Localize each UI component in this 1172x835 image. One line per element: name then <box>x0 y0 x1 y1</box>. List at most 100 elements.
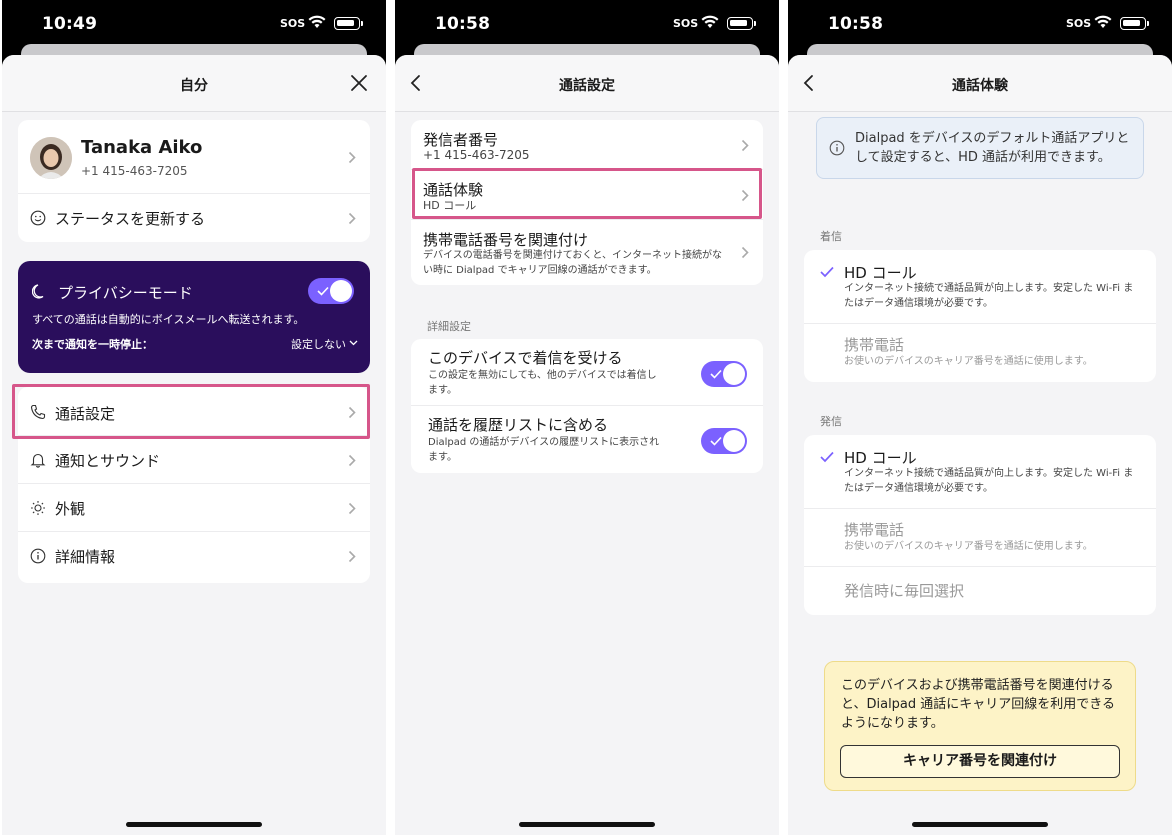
phone-screen-call-experience: 10:58 SOS 通話体験 Dialpad をデバイスのデフォルト通話アプリと… <box>788 0 1172 835</box>
check-icon <box>820 266 834 278</box>
advanced-section-label: 詳細設定 <box>427 320 471 333</box>
page-title: 通話体験 <box>952 78 1008 94</box>
profile-sheet: 自分 Tanaka Aiko +1 415-463-7205 ステータスを更新す… <box>2 55 386 835</box>
status-bar: 10:58 SOS <box>395 0 779 48</box>
caller-id-value: +1 415-463-7205 <box>423 148 530 162</box>
chevron-down-icon <box>349 340 358 346</box>
chevron-right-icon <box>741 246 749 259</box>
include-history-toggle[interactable] <box>701 428 747 454</box>
receive-calls-toggle[interactable] <box>701 361 747 387</box>
chevron-right-icon <box>348 212 356 225</box>
phone-screen-call-settings: 10:58 SOS 通話設定 発信者番号 +1 415-463-7205 通話体… <box>395 0 779 835</box>
wifi-icon <box>701 15 719 28</box>
incoming-section-label: 着信 <box>820 230 842 243</box>
outgoing-option-ask[interactable]: 発信時に毎回選択 <box>804 567 1156 615</box>
option-description: お使いのデバイスのキャリア番号を通話に使用します。 <box>844 356 1093 367</box>
carrier-link-notice: このデバイスおよび携帯電話番号を関連付けると、Dialpad 通話にキャリア回線… <box>824 661 1136 791</box>
link-mobile-number-row[interactable]: 携帯電話番号を関連付け デバイスの電話番号を関連付けておくと、インターネット接続… <box>411 220 763 285</box>
option-description: インターネット接続で通話品質が向上します。安定した Wi-Fi またはデータ通信… <box>844 468 1134 494</box>
menu-item-notifications[interactable]: 通知とサウンド <box>18 436 370 484</box>
sos-indicator: SOS <box>673 17 699 30</box>
sun-icon <box>31 501 45 515</box>
status-time: 10:49 <box>42 14 98 34</box>
toggle-knob <box>723 430 745 452</box>
receive-calls-title: このデバイスで着信を受ける <box>428 349 623 367</box>
update-status-row[interactable]: ステータスを更新する <box>18 194 370 242</box>
link-carrier-button[interactable]: キャリア番号を関連付け <box>840 745 1120 778</box>
option-title: HD コール <box>844 449 917 467</box>
call-settings-sheet: 通話設定 発信者番号 +1 415-463-7205 通話体験 HD コール 携… <box>395 55 779 835</box>
incoming-option-mobile[interactable]: 携帯電話 お使いのデバイスのキャリア番号を通話に使用します。 <box>804 324 1156 382</box>
bell-icon <box>30 453 46 468</box>
home-indicator <box>519 822 655 827</box>
menu-item-label: 外観 <box>55 500 86 518</box>
hd-info-text: Dialpad をデバイスのデフォルト通話アプリとして設定すると、HD 通話が利… <box>855 131 1130 165</box>
chevron-right-icon <box>348 454 356 467</box>
check-icon <box>820 451 834 463</box>
toggle-knob <box>723 363 745 385</box>
wifi-icon <box>1094 15 1112 28</box>
avatar <box>30 137 72 179</box>
link-mobile-description: デバイスの電話番号を関連付けておくと、インターネット接続がない時に Dialpa… <box>423 250 722 276</box>
menu-item-label: 通知とサウンド <box>55 452 161 470</box>
chevron-right-icon <box>741 139 749 152</box>
home-indicator <box>126 822 262 827</box>
chevron-right-icon <box>348 550 356 563</box>
option-title: 発信時に毎回選択 <box>844 582 965 600</box>
wifi-icon <box>308 15 326 28</box>
option-description: お使いのデバイスのキャリア番号を通話に使用します。 <box>844 541 1093 552</box>
info-icon <box>829 140 845 156</box>
link-mobile-title: 携帯電話番号を関連付け <box>423 231 589 249</box>
option-title: HD コール <box>844 264 917 282</box>
include-history-title: 通話を履歴リストに含める <box>428 416 609 434</box>
pause-dropdown[interactable]: 設定しない <box>291 336 346 352</box>
outgoing-option-hd[interactable]: HD コール インターネット接続で通話品質が向上します。安定した Wi-Fi ま… <box>804 435 1156 509</box>
info-icon <box>30 548 46 564</box>
user-name: Tanaka Aiko <box>81 137 203 158</box>
outgoing-option-mobile[interactable]: 携帯電話 お使いのデバイスのキャリア番号を通話に使用します。 <box>804 509 1156 567</box>
privacy-mode-title: プライバシーモード <box>58 284 193 302</box>
check-icon <box>710 436 722 446</box>
status-time: 10:58 <box>828 14 884 34</box>
caller-id-title: 発信者番号 <box>423 131 499 149</box>
battery-icon <box>727 17 756 30</box>
highlight-call-experience <box>412 168 762 219</box>
profile-row[interactable]: Tanaka Aiko +1 415-463-7205 <box>18 120 370 194</box>
privacy-mode-description: すべての通話は自動的にボイスメールへ転送されます。 <box>32 313 305 326</box>
menu-item-appearance[interactable]: 外観 <box>18 484 370 532</box>
carrier-link-text: このデバイスおよび携帯電話番号を関連付けると、Dialpad 通話にキャリア回線… <box>841 678 1116 731</box>
status-bar: 10:58 SOS <box>788 0 1172 48</box>
sos-indicator: SOS <box>1066 17 1092 30</box>
hd-info-banner: Dialpad をデバイスのデフォルト通話アプリとして設定すると、HD 通話が利… <box>816 117 1144 179</box>
outgoing-options-card: HD コール インターネット接続で通話品質が向上します。安定した Wi-Fi ま… <box>804 435 1156 615</box>
caller-id-row[interactable]: 発信者番号 +1 415-463-7205 <box>411 120 763 170</box>
sos-indicator: SOS <box>280 17 306 30</box>
page-title: 通話設定 <box>559 78 615 94</box>
update-status-label: ステータスを更新する <box>55 210 206 228</box>
status-bar: 10:49 SOS <box>2 0 386 48</box>
sheet-header: 通話設定 <box>395 55 779 112</box>
option-title: 携帯電話 <box>844 336 905 354</box>
menu-item-about[interactable]: 詳細情報 <box>18 532 370 583</box>
advanced-settings-card: このデバイスで着信を受ける この設定を無効にしても、他のデバイスでは着信します。… <box>411 339 763 473</box>
battery-icon <box>1120 17 1149 30</box>
chevron-right-icon <box>348 151 356 164</box>
incoming-options-card: HD コール インターネット接続で通話品質が向上します。安定した Wi-Fi ま… <box>804 250 1156 382</box>
privacy-mode-toggle[interactable] <box>308 278 354 304</box>
chevron-right-icon <box>348 502 356 515</box>
battery-icon <box>334 17 363 30</box>
user-phone: +1 415-463-7205 <box>81 164 188 178</box>
include-history-row: 通話を履歴リストに含める Dialpad の通話がデバイスの履歴リストに表示され… <box>411 406 763 473</box>
menu-item-label: 詳細情報 <box>55 548 116 566</box>
incoming-option-hd[interactable]: HD コール インターネット接続で通話品質が向上します。安定した Wi-Fi ま… <box>804 250 1156 324</box>
smile-icon <box>30 210 46 226</box>
check-icon <box>710 369 722 379</box>
option-description: インターネット接続で通話品質が向上します。安定した Wi-Fi またはデータ通信… <box>844 283 1134 309</box>
include-history-description: Dialpad の通話がデバイスの履歴リストに表示されます。 <box>428 437 660 463</box>
sheet-header: 通話体験 <box>788 55 1172 112</box>
outgoing-section-label: 発信 <box>820 415 842 428</box>
privacy-mode-card: プライバシーモード すべての通話は自動的にボイスメールへ転送されます。 次まで通… <box>18 261 370 373</box>
option-title: 携帯電話 <box>844 521 905 539</box>
pause-label: 次まで通知を一時停止： <box>32 338 153 351</box>
close-icon[interactable] <box>350 74 368 92</box>
